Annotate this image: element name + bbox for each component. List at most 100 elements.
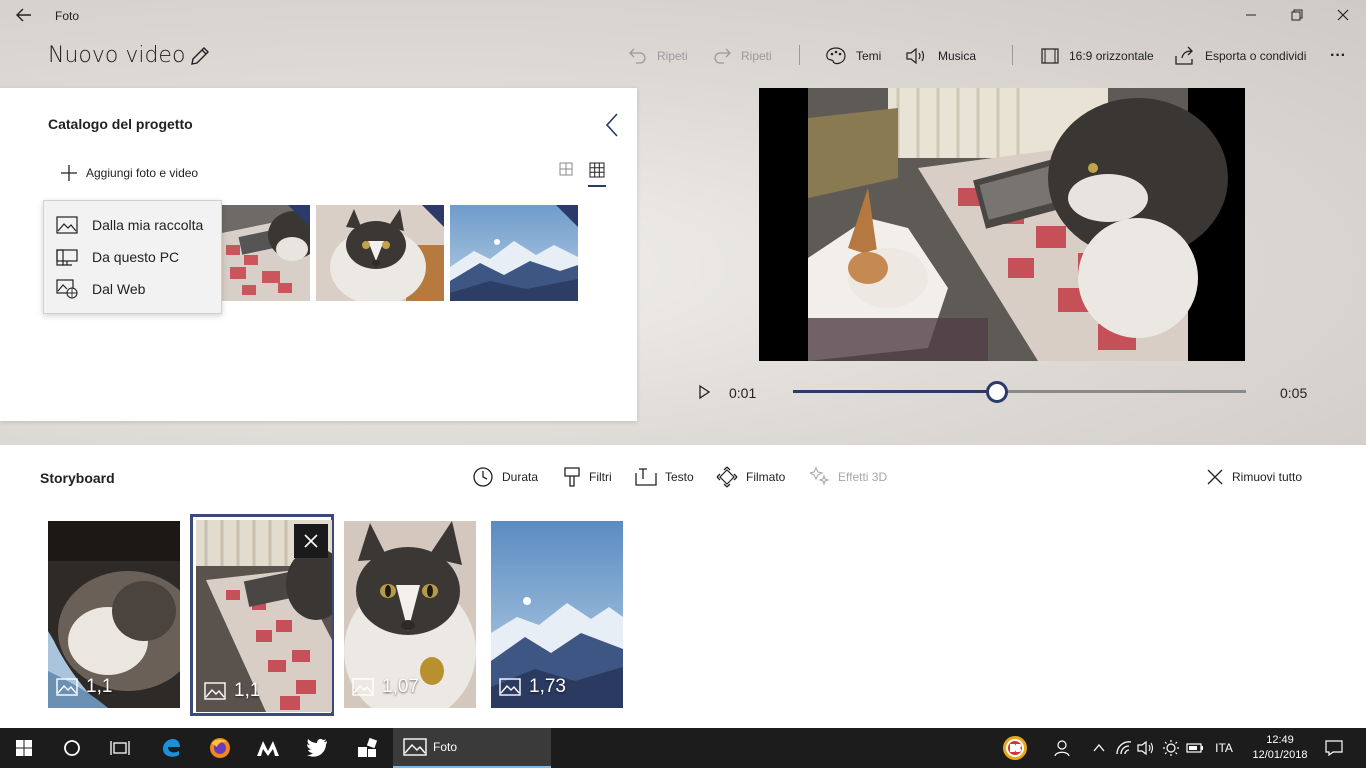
app-tiles-taskbar-button[interactable] [343,728,391,768]
filters-button[interactable]: Filtri [563,465,612,489]
menu-item-web[interactable]: Dal Web [44,273,221,305]
aspect-ratio-label: 16:9 orizzontale [1069,49,1154,63]
search-button[interactable] [48,728,96,768]
notifications-icon[interactable] [1320,728,1348,768]
remove-all-button[interactable]: Rimuovi tutto [1206,465,1302,489]
music-button[interactable]: Musica [905,44,976,68]
themes-button[interactable]: Temi [825,44,881,68]
web-icon [56,279,78,299]
firefox-icon [210,738,230,758]
plus-icon [61,165,77,181]
share-icon [1175,46,1193,65]
image-icon [499,678,521,696]
photos-taskbar-button[interactable]: Foto [393,728,551,768]
menu-item-label: Dal Web [92,281,146,297]
text-button[interactable]: Testo [635,465,694,489]
system-clock[interactable]: 12:49 12/01/2018 [1248,733,1312,763]
windows-logo-icon [16,740,32,756]
close-icon [304,534,318,548]
brightness-icon[interactable] [1161,728,1181,768]
minimize-icon[interactable] [1228,4,1274,28]
motion-button[interactable]: Filmato [716,465,785,489]
start-button[interactable] [0,728,48,768]
db-app-icon [1003,736,1027,760]
taskbar: Foto ITA 12:49 12/01/2018 [0,728,1366,768]
task-view-button[interactable] [96,728,144,768]
collapse-panel-button[interactable] [600,112,626,138]
selected-corner-marker [556,205,578,227]
storyboard-panel: Storyboard Durata Filtri Testo Filmato E… [0,445,1366,728]
photos-icon [403,738,427,756]
edge-taskbar-button[interactable] [147,728,195,768]
undo-label: Ripeti [657,49,688,63]
clip-duration: 1,1 [56,676,112,698]
image-icon [204,682,226,700]
tiles-app-icon [358,737,378,757]
video-preview[interactable] [759,88,1245,361]
people-icon[interactable] [1050,728,1076,768]
project-title: Nuovo video [48,43,186,68]
palette-icon [826,47,846,65]
seek-slider[interactable] [793,381,1246,403]
firefox-taskbar-button[interactable] [196,728,244,768]
toolbar-divider [799,45,800,65]
menu-item-label: Da questo PC [92,249,180,265]
play-icon[interactable] [698,384,712,400]
undo-button[interactable]: Ripeti [628,44,688,68]
pc-icon [56,249,78,266]
add-photos-label: Aggiungi foto e video [86,166,199,180]
clip-duration-text: 1,73 [529,676,566,697]
more-options-button[interactable]: ··· [1330,44,1346,68]
app-m-taskbar-button[interactable] [244,728,292,768]
duration-button[interactable]: Durata [472,465,538,489]
catalog-thumbnail[interactable] [316,205,444,301]
export-button[interactable]: Esporta o condividi [1174,44,1306,68]
remove-clip-button[interactable] [294,524,328,558]
seek-handle[interactable] [985,381,1008,403]
chevron-left-icon [605,113,618,137]
back-arrow-icon[interactable] [10,4,38,28]
volume-icon[interactable] [1136,728,1156,768]
add-photos-button[interactable]: Aggiungi foto e video [60,164,198,182]
twitter-taskbar-button[interactable] [293,728,341,768]
task-view-icon [110,741,130,755]
storyboard-clip[interactable]: 1,1 [48,521,180,708]
catalog-thumbnail[interactable] [450,205,578,301]
total-time: 0:05 [1280,385,1308,401]
clip-duration-text: 1,07 [382,676,419,697]
filters-label: Filtri [589,470,612,484]
project-catalog-panel: Catalogo del progetto Aggiungi foto e vi… [0,88,637,421]
toolbar-divider [1012,45,1013,65]
close-icon[interactable] [1320,4,1366,28]
effects3d-label: Effetti 3D [838,470,888,484]
storyboard-clip-selected[interactable]: 1,1 [196,520,332,712]
language-indicator[interactable]: ITA [1210,728,1238,768]
redo-icon [714,48,731,64]
aspect-ratio-button[interactable]: 16:9 orizzontale [1040,44,1154,68]
large-grid-icon [559,162,573,176]
large-grid-view-button[interactable] [559,162,577,180]
effects3d-button[interactable]: Effetti 3D [810,465,887,489]
remove-all-label: Rimuovi tutto [1232,470,1303,484]
app-title: Foto [55,9,80,23]
restore-icon[interactable] [1274,4,1320,28]
wifi-icon[interactable] [1114,728,1134,768]
chevron-up-icon[interactable] [1090,728,1108,768]
redo-button[interactable]: Ripeti [712,44,772,68]
storyboard-clip[interactable]: 1,73 [491,521,623,708]
storyboard-clip[interactable]: 1,07 [344,521,476,708]
pencil-icon[interactable] [189,45,213,69]
current-time: 0:01 [729,385,757,401]
clip-duration-text: 1,1 [234,680,261,701]
add-source-menu: Dalla mia raccolta Da questo PC Dal Web [43,200,222,314]
battery-icon[interactable] [1185,728,1205,768]
menu-item-collection[interactable]: Dalla mia raccolta [44,209,221,241]
menu-item-this-pc[interactable]: Da questo PC [44,241,221,273]
catalog-title: Catalogo del progetto [48,116,193,132]
effects-3d-icon [810,466,830,486]
clock-time: 12:49 [1266,734,1294,746]
db-tray-app[interactable] [998,728,1032,768]
small-grid-view-button[interactable] [589,162,607,180]
selected-corner-marker [422,205,444,227]
motion-icon [716,466,738,488]
